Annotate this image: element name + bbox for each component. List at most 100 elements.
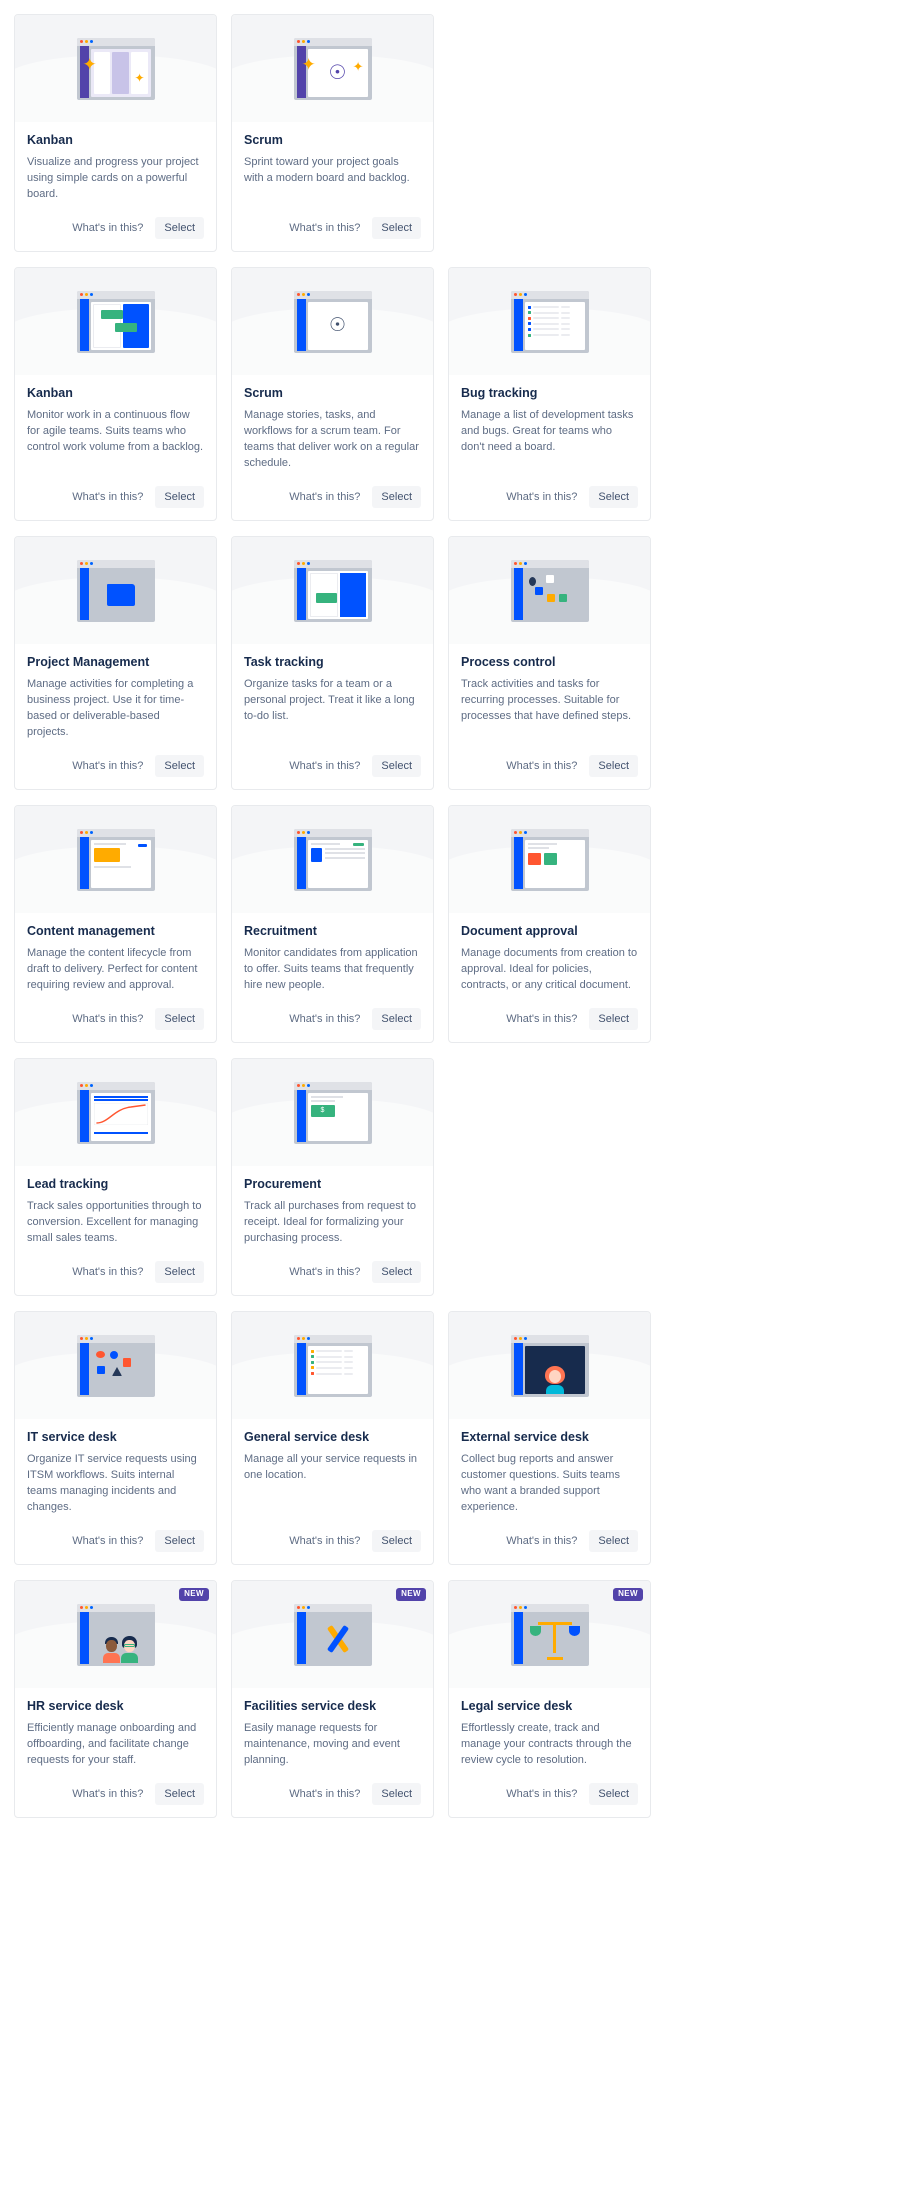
template-card[interactable]: External service desk Collect bug reports… xyxy=(448,1311,651,1566)
whats-in-this-link[interactable]: What's in this? xyxy=(70,487,145,507)
card-description: Organize tasks for a team or a personal … xyxy=(244,678,415,723)
select-button[interactable]: Select xyxy=(155,755,204,778)
card-title: Recruitment xyxy=(244,924,317,939)
whats-in-this-link[interactable]: What's in this? xyxy=(70,1784,145,1804)
card-illustration: NEW xyxy=(232,1581,433,1689)
empty-grid-slot xyxy=(448,14,651,252)
template-card[interactable]: ☉ Scrum Manage stories, tasks, and workflo… xyxy=(231,267,434,522)
card-footer: What's in this? Select xyxy=(15,203,216,251)
select-button[interactable]: Select xyxy=(589,1530,638,1553)
card-body: Facilities service desk Easily manage req… xyxy=(232,1688,433,1769)
window-body xyxy=(307,1345,368,1394)
whats-in-this-link[interactable]: What's in this? xyxy=(287,218,362,238)
two-people-illustration xyxy=(76,1603,155,1666)
template-card[interactable]: ☉ ✦ ✦ Scrum Sprint toward your project goals… xyxy=(231,14,434,253)
template-card[interactable]: IT service desk Organize IT service reque… xyxy=(14,1311,217,1566)
template-card[interactable]: Project Management Manage activities for … xyxy=(14,536,217,791)
window-body xyxy=(524,301,585,350)
whats-in-this-link[interactable]: What's in this? xyxy=(504,1784,579,1804)
illustration-window xyxy=(76,1603,155,1666)
whats-in-this-link[interactable]: What's in this? xyxy=(287,487,362,507)
template-card[interactable]: Lead tracking Track sales opportunities t… xyxy=(14,1058,217,1297)
whats-in-this-link[interactable]: What's in this? xyxy=(287,1531,362,1551)
template-card[interactable]: Recruitment Monitor candidates from appli… xyxy=(231,805,434,1044)
window-body xyxy=(307,1614,368,1663)
select-button[interactable]: Select xyxy=(589,1783,638,1806)
template-card[interactable]: Kanban Monitor work in a continuous flow … xyxy=(14,267,217,522)
window-body xyxy=(307,570,368,619)
template-card[interactable]: NEW HR service desk Efficiently manage onb… xyxy=(14,1580,217,1819)
window-sidebar xyxy=(79,1089,89,1142)
select-button[interactable]: Select xyxy=(155,1530,204,1553)
select-button[interactable]: Select xyxy=(155,1783,204,1806)
template-card[interactable]: NEW Legal service desk Effortlessly create… xyxy=(448,1580,651,1819)
illustration-window xyxy=(293,828,372,891)
template-card[interactable]: $ Procurement Track all purchases from req… xyxy=(231,1058,434,1297)
select-button[interactable]: Select xyxy=(589,755,638,778)
card-description: Visualize and progress your project usin… xyxy=(27,156,199,201)
select-button[interactable]: Select xyxy=(155,1261,204,1284)
whats-in-this-link[interactable]: What's in this? xyxy=(287,1784,362,1804)
card-body: Procurement Track all purchases from requ… xyxy=(232,1166,433,1247)
whats-in-this-link[interactable]: What's in this? xyxy=(287,1009,362,1029)
select-button[interactable]: Select xyxy=(372,1008,421,1031)
money-invoice-illustration: $ xyxy=(293,1081,372,1144)
select-button[interactable]: Select xyxy=(372,486,421,509)
card-body: Process control Track activities and task… xyxy=(449,644,650,741)
card-title: Task tracking xyxy=(244,655,324,670)
window-sidebar xyxy=(513,836,523,889)
whats-in-this-link[interactable]: What's in this? xyxy=(287,756,362,776)
approve-reject-doc-illustration xyxy=(510,828,589,891)
card-description: Collect bug reports and answer customer … xyxy=(461,1453,620,1514)
whats-in-this-link[interactable]: What's in this? xyxy=(70,1531,145,1551)
whats-in-this-link[interactable]: What's in this? xyxy=(504,487,579,507)
card-body: External service desk Collect bug reports… xyxy=(449,1419,650,1516)
template-card[interactable]: Content management Manage the content lif… xyxy=(14,805,217,1044)
template-card[interactable]: ✦ ✦ Kanban Visualize and progress your proj… xyxy=(14,14,217,253)
card-description: Efficiently manage onboarding and offboa… xyxy=(27,1722,197,1767)
whats-in-this-link[interactable]: What's in this? xyxy=(70,1262,145,1282)
select-button[interactable]: Select xyxy=(372,1530,421,1553)
select-button[interactable]: Select xyxy=(155,217,204,240)
whats-in-this-link[interactable]: What's in this? xyxy=(287,1262,362,1282)
card-body: Lead tracking Track sales opportunities t… xyxy=(15,1166,216,1247)
card-description: Manage documents from creation to approv… xyxy=(461,947,638,992)
card-title: Legal service desk xyxy=(461,1699,573,1714)
template-card[interactable]: Process control Track activities and task… xyxy=(448,536,651,791)
window-sidebar xyxy=(296,1089,306,1142)
select-button[interactable]: Select xyxy=(589,1008,638,1031)
window-body xyxy=(524,839,585,888)
template-card[interactable]: NEW Facilities service desk Easily manage … xyxy=(231,1580,434,1819)
whats-in-this-link[interactable]: What's in this? xyxy=(70,1009,145,1029)
select-button[interactable]: Select xyxy=(372,217,421,240)
select-button[interactable]: Select xyxy=(372,1261,421,1284)
whats-in-this-link[interactable]: What's in this? xyxy=(70,756,145,776)
whats-in-this-link[interactable]: What's in this? xyxy=(504,756,579,776)
card-footer: What's in this? Select xyxy=(15,472,216,520)
window-body xyxy=(90,570,151,619)
template-card[interactable]: Bug tracking Manage a list of development… xyxy=(448,267,651,522)
template-card[interactable]: Task tracking Organize tasks for a team o… xyxy=(231,536,434,791)
card-body: Document approval Manage documents from c… xyxy=(449,913,650,994)
card-footer: What's in this? Select xyxy=(449,472,650,520)
whats-in-this-link[interactable]: What's in this? xyxy=(504,1531,579,1551)
select-button[interactable]: Select xyxy=(155,1008,204,1031)
card-body: Project Management Manage activities for … xyxy=(15,644,216,741)
select-button[interactable]: Select xyxy=(155,486,204,509)
workflow-nodes-illustration xyxy=(510,559,589,622)
illustration-window: $ xyxy=(293,1081,372,1144)
card-body: Scrum Sprint toward your project goals wi… xyxy=(232,122,433,203)
card-description: Manage activities for completing a busin… xyxy=(27,678,194,739)
select-button[interactable]: Select xyxy=(372,1783,421,1806)
window-body xyxy=(90,301,151,350)
template-card[interactable]: Document approval Manage documents from c… xyxy=(448,805,651,1044)
whats-in-this-link[interactable]: What's in this? xyxy=(70,218,145,238)
window-sidebar xyxy=(79,1342,89,1395)
illustration-window xyxy=(510,1603,589,1666)
whats-in-this-link[interactable]: What's in this? xyxy=(504,1009,579,1029)
window-sidebar xyxy=(513,567,523,620)
select-button[interactable]: Select xyxy=(372,755,421,778)
template-card[interactable]: General service desk Manage all your serv… xyxy=(231,1311,434,1566)
template-row: IT service desk Organize IT service reque… xyxy=(14,1311,902,1566)
select-button[interactable]: Select xyxy=(589,486,638,509)
